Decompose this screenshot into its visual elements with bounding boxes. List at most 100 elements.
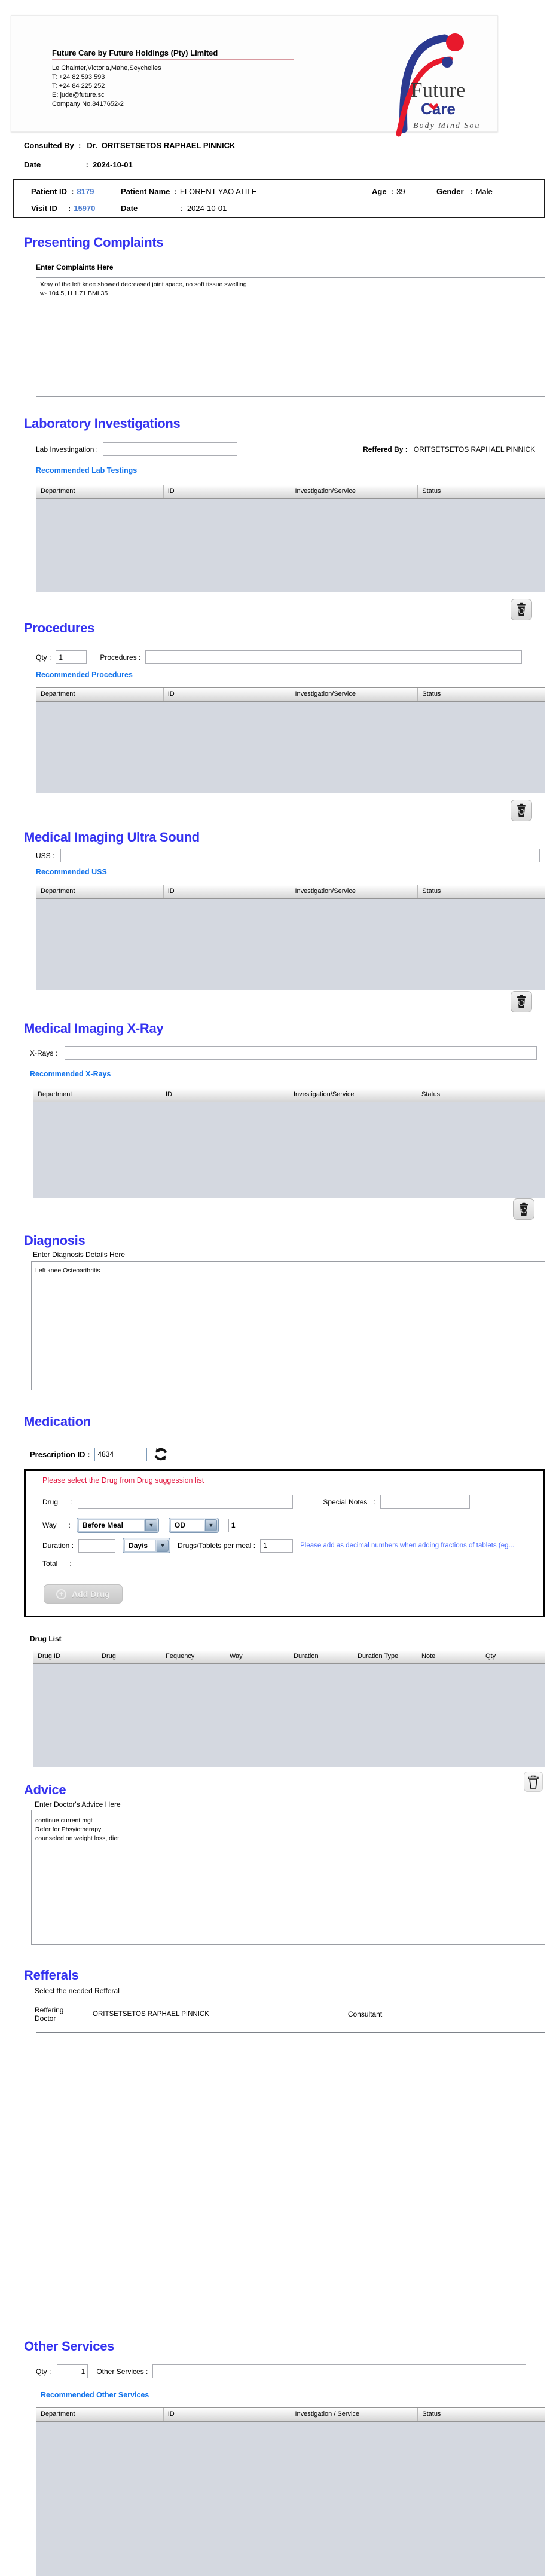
drug-col-note[interactable]: Note (417, 1650, 481, 1663)
procedures-input[interactable] (145, 650, 523, 664)
frequency-select[interactable]: OD ▼ (168, 1518, 219, 1533)
company-header-card: Future Care by Future Holdings (Pty) Lim… (11, 15, 498, 137)
prescription-id-input[interactable] (94, 1447, 148, 1461)
xray-field-row: X-Rays : (30, 1046, 537, 1060)
prescription-id-label: Prescription ID : (30, 1449, 90, 1459)
referral-list-box[interactable] (36, 2032, 545, 2321)
recommended-other-services-link[interactable]: Recommended Other Services (41, 2391, 149, 2399)
procedures-col-department[interactable]: Department (36, 688, 164, 701)
lab-col-id[interactable]: ID (164, 485, 291, 498)
lab-col-status[interactable]: Status (418, 485, 545, 498)
drug-list-delete-button[interactable] (524, 1772, 543, 1792)
way-select-value: Before Meal (78, 1519, 145, 1531)
way-qty-input[interactable] (228, 1518, 258, 1532)
consultant-input[interactable] (398, 2007, 545, 2021)
uss-delete-button[interactable] (511, 991, 532, 1012)
special-notes-input[interactable] (380, 1495, 470, 1509)
lab-col-investigation[interactable]: Investigation/Service (291, 485, 418, 498)
drug-input[interactable] (78, 1495, 294, 1509)
chevron-down-icon: ▼ (145, 1519, 157, 1531)
drug-label: Drug : (42, 1497, 72, 1506)
lab-col-department[interactable]: Department (36, 485, 164, 498)
xray-input[interactable] (65, 1046, 537, 1060)
diagnosis-textarea[interactable]: Left knee Osteoarthritis (31, 1261, 545, 1390)
xray-col-id[interactable]: ID (161, 1088, 289, 1102)
medication-heading: Medication (24, 1414, 91, 1429)
referred-by-value: ORITSETSETOS RAPHAEL PINNICK (413, 445, 536, 454)
xray-table-body[interactable] (33, 1102, 545, 1198)
procedures-col-investigation[interactable]: Investigation/Service (291, 688, 418, 701)
lab-delete-button[interactable] (511, 599, 532, 620)
uss-table: Department ID Investigation/Service Stat… (36, 885, 545, 990)
refresh-prescription-button[interactable] (153, 1446, 169, 1462)
consult-date-value: : 2024-10-01 (85, 160, 133, 169)
referring-doctor-input[interactable] (90, 2007, 237, 2021)
other-services-input[interactable] (152, 2364, 527, 2378)
recommended-procedures-link[interactable]: Recommended Procedures (36, 671, 133, 679)
header-divider (52, 59, 294, 60)
uss-col-department[interactable]: Department (36, 885, 164, 898)
drug-entry-box: Please select the Drug from Drug suggess… (24, 1469, 545, 1617)
drug-col-drug[interactable]: Drug (97, 1650, 161, 1663)
other-col-department[interactable]: Department (36, 2408, 164, 2421)
gender-value: Male (475, 187, 493, 196)
add-plus-icon: + (56, 1589, 66, 1599)
recommended-lab-testings-link[interactable]: Recommended Lab Testings (36, 466, 137, 475)
procedures-table-header: Department ID Investigation/Service Stat… (36, 688, 545, 702)
other-col-id[interactable]: ID (164, 2408, 291, 2421)
company-title: Future Care by Future Holdings (Pty) Lim… (52, 48, 218, 57)
other-col-status[interactable]: Status (418, 2408, 545, 2421)
other-services-table-body[interactable] (36, 2422, 545, 2576)
patient-name-value: FLORENT YAO ATILE (179, 187, 257, 196)
way-select[interactable]: Before Meal ▼ (76, 1518, 159, 1533)
per-meal-input[interactable] (260, 1538, 294, 1553)
add-drug-button[interactable]: + Add Drug (44, 1584, 123, 1604)
lab-table-body[interactable] (36, 499, 545, 592)
special-notes-label: Special Notes : (323, 1497, 375, 1506)
recommended-uss-link[interactable]: Recommended USS (36, 868, 107, 876)
complaints-textarea[interactable]: Xray of the left knee showed decreased j… (36, 277, 545, 397)
xray-heading: Medical Imaging X-Ray (24, 1021, 164, 1036)
drug-col-qty[interactable]: Qty (481, 1650, 545, 1663)
frequency-select-value: OD (170, 1519, 204, 1531)
xray-col-department[interactable]: Department (33, 1088, 161, 1102)
drug-col-id[interactable]: Drug ID (33, 1650, 97, 1663)
procedures-table-body[interactable] (36, 702, 545, 793)
duration-type-select[interactable]: Day/s ▼ (123, 1538, 171, 1553)
trash-outline-icon (528, 1775, 539, 1789)
drug-col-frequency[interactable]: Fequency (161, 1650, 225, 1663)
drug-suggestion-warning: Please select the Drug from Drug suggess… (42, 1476, 204, 1485)
procedures-col-id[interactable]: ID (164, 688, 291, 701)
recommended-xrays-link[interactable]: Recommended X-Rays (30, 1070, 111, 1078)
trash-recycle-icon (517, 602, 526, 616)
uss-field-row: USS : (36, 849, 540, 862)
drug-col-duration-type[interactable]: Duration Type (353, 1650, 417, 1663)
xray-col-investigation[interactable]: Investigation/Service (289, 1088, 417, 1102)
company-number: Company No.8417652-2 (52, 100, 124, 108)
other-services-qty-input[interactable] (57, 2364, 88, 2378)
xray-col-status[interactable]: Status (417, 1088, 545, 1102)
duration-input[interactable] (78, 1538, 116, 1553)
patient-id-label: Patient ID : (31, 187, 74, 196)
company-info: Future Care by Future Holdings (Pty) Lim… (52, 48, 294, 109)
future-care-logo: Future Care Body Mind Soul (388, 26, 482, 140)
diagnosis-label: Enter Diagnosis Details Here (33, 1250, 126, 1259)
uss-col-id[interactable]: ID (164, 885, 291, 898)
procedures-table: Department ID Investigation/Service Stat… (36, 687, 545, 793)
uss-table-body[interactable] (36, 899, 545, 990)
uss-col-status[interactable]: Status (418, 885, 545, 898)
xray-delete-button[interactable] (513, 1198, 534, 1220)
way-row: Way : Before Meal ▼ OD ▼ (42, 1518, 258, 1533)
drug-col-way[interactable]: Way (225, 1650, 289, 1663)
duration-row: Duration : Day/s ▼ Drugs/Tablets per mea… (42, 1538, 530, 1553)
advice-textarea[interactable]: continue current mgt Refer for Phsyiothe… (31, 1810, 545, 1945)
drug-table-body[interactable] (33, 1664, 545, 1767)
drug-col-duration[interactable]: Duration (289, 1650, 353, 1663)
procedures-col-status[interactable]: Status (418, 688, 545, 701)
lab-investigation-input[interactable] (103, 442, 238, 456)
procedures-qty-input[interactable] (56, 650, 87, 664)
procedures-delete-button[interactable] (511, 800, 532, 821)
uss-col-investigation[interactable]: Investigation/Service (291, 885, 418, 898)
other-col-investigation[interactable]: Investigation / Service (291, 2408, 418, 2421)
uss-input[interactable] (60, 849, 540, 862)
